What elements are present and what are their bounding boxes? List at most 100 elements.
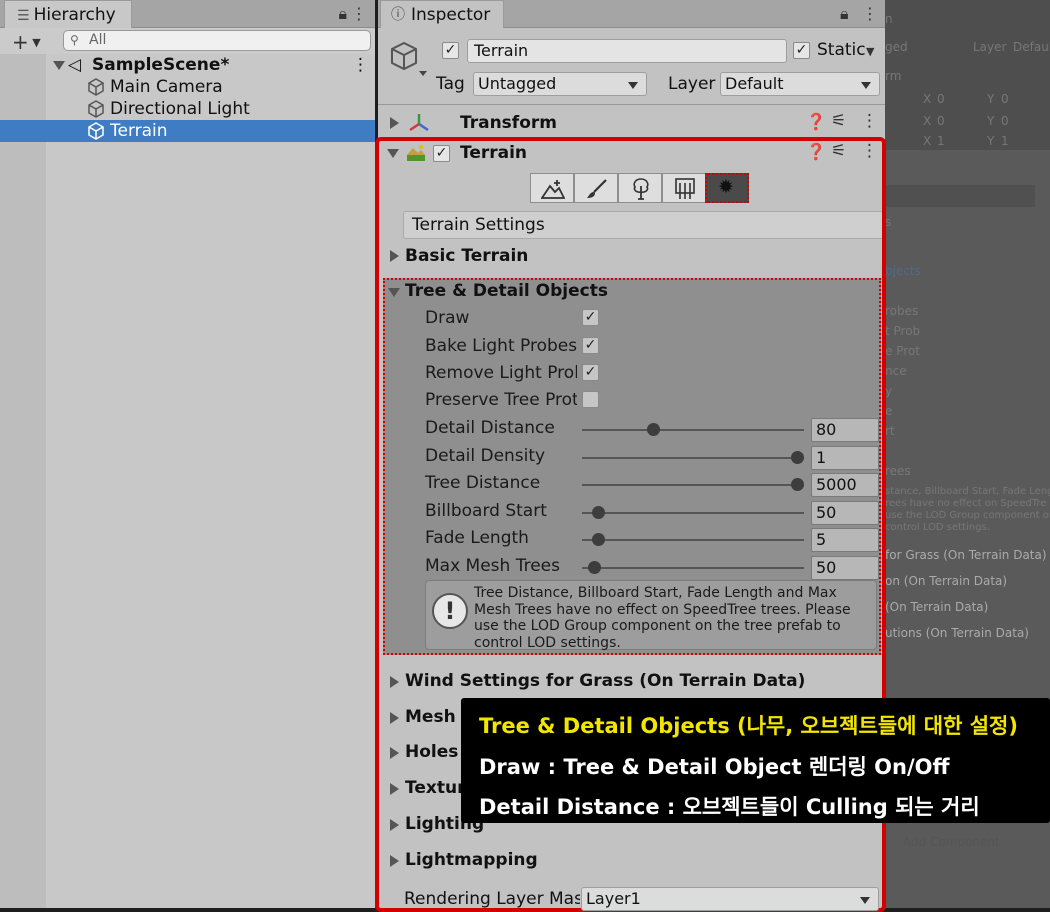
help-icon[interactable]: ❓ bbox=[806, 112, 826, 131]
unity-scene-icon: ◁ bbox=[68, 55, 82, 75]
max-mesh-trees-value-field[interactable]: 50 bbox=[811, 556, 879, 580]
caption-line-2: Draw : Tree & Detail Object 렌더링 On/Off bbox=[479, 755, 950, 779]
preserve-tree-prototype-label: Preserve Tree Proto bbox=[425, 390, 577, 410]
expand-down-icon[interactable] bbox=[53, 61, 65, 70]
menu-kebab-icon[interactable]: ⋮ bbox=[862, 4, 878, 23]
static-checkbox[interactable]: ✓ bbox=[793, 42, 810, 59]
tree-distance-slider-handle[interactable] bbox=[791, 478, 804, 491]
max-mesh-trees-slider-handle[interactable] bbox=[588, 561, 602, 574]
detail-distance-slider-track[interactable] bbox=[582, 429, 804, 431]
gameobject-large-cube-icon bbox=[388, 40, 428, 76]
hierarchy-item-main-camera[interactable]: Main Camera bbox=[0, 76, 375, 98]
hierarchy-item-directional-light[interactable]: Directional Light bbox=[0, 98, 375, 120]
menu-kebab-icon[interactable]: ⋮ bbox=[351, 4, 367, 23]
billboard-start-label: Billboard Start bbox=[425, 501, 547, 521]
bg-text: X bbox=[923, 134, 932, 148]
dropdown-arrow-icon bbox=[861, 82, 871, 89]
hierarchy-search-input[interactable]: ⚲ All bbox=[63, 30, 371, 51]
tree-distance-slider-row: Tree Distance 5000 bbox=[420, 473, 880, 497]
rendering-layer-value: Layer1 bbox=[586, 889, 641, 908]
billboard-start-slider-handle[interactable] bbox=[592, 506, 606, 519]
expand-right-icon[interactable] bbox=[390, 676, 399, 688]
active-checkbox[interactable]: ✓ bbox=[442, 42, 459, 59]
component-title: Transform bbox=[460, 113, 557, 133]
bg-text: rm bbox=[885, 69, 902, 83]
layer-value: Default bbox=[725, 74, 784, 93]
hierarchy-item-terrain[interactable]: Terrain bbox=[0, 120, 375, 142]
detail-distance-slider-handle[interactable] bbox=[646, 423, 660, 436]
tag-label: Tag bbox=[436, 74, 465, 94]
dropdown-arrow-icon bbox=[860, 897, 870, 904]
gameobject-cube-icon bbox=[87, 122, 105, 140]
max-mesh-trees-slider-track[interactable] bbox=[582, 567, 804, 569]
bg-text: (On Terrain Data) bbox=[885, 600, 989, 614]
tab-inspector[interactable]: ⓘ Inspector bbox=[380, 0, 504, 28]
section-tree-detail-objects[interactable]: Tree & Detail Objects bbox=[388, 280, 878, 304]
tab-hierarchy[interactable]: ☰ Hierarchy bbox=[4, 0, 132, 28]
inspector-tabbar: ⓘ Inspector 🔒︎ ⋮ bbox=[378, 0, 885, 28]
section-texture-resolutions[interactable]: Textur bbox=[388, 777, 468, 801]
expand-right-icon[interactable] bbox=[390, 747, 399, 759]
fade-length-value-field[interactable]: 5 bbox=[811, 528, 879, 552]
bg-text: t Prob bbox=[885, 324, 921, 338]
draw-checkbox[interactable]: ✓ bbox=[582, 309, 599, 326]
scene-menu-icon[interactable]: ⋮ bbox=[352, 54, 369, 76]
expand-right-icon[interactable] bbox=[390, 783, 399, 795]
static-label: Static bbox=[817, 40, 866, 60]
detail-density-slider-handle[interactable] bbox=[791, 451, 804, 464]
detail-distance-value-field[interactable]: 80 bbox=[811, 418, 879, 442]
section-title: Tree & Detail Objects bbox=[405, 281, 608, 301]
bg-text: on (On Terrain Data) bbox=[885, 574, 1008, 588]
expand-down-icon[interactable] bbox=[388, 288, 400, 297]
create-add-icon[interactable]: + ▼ bbox=[12, 30, 41, 54]
detail-density-slider-track[interactable] bbox=[582, 457, 804, 459]
lock-icon[interactable]: 🔒︎ bbox=[840, 4, 849, 24]
max-mesh-trees-slider-row: Max Mesh Trees 50 bbox=[420, 556, 880, 580]
section-title: Lightmapping bbox=[405, 850, 538, 870]
preserve-tree-prototype-checkbox[interactable] bbox=[582, 391, 599, 408]
search-icon: ⚲ bbox=[70, 33, 79, 47]
warning-exclamation-icon: ! bbox=[432, 593, 468, 629]
section-mesh-resolution[interactable]: Mesh R bbox=[388, 706, 475, 730]
bg-text: Y bbox=[987, 134, 995, 148]
rendering-layer-mask-dropdown[interactable]: Layer1 bbox=[581, 887, 879, 911]
section-wind-settings[interactable]: Wind Settings for Grass (On Terrain Data… bbox=[388, 670, 878, 694]
dropdown-arrow-icon bbox=[628, 82, 638, 89]
component-menu-icon[interactable]: ⋮ bbox=[861, 111, 878, 131]
fade-length-slider-track[interactable] bbox=[582, 539, 804, 541]
layer-dropdown[interactable]: Default bbox=[720, 72, 880, 96]
draw-label: Draw bbox=[425, 308, 470, 328]
bg-text: use the LOD Group component on bbox=[885, 510, 1050, 521]
bg-text: rees bbox=[885, 464, 911, 478]
section-holes-settings[interactable]: Holes S bbox=[388, 741, 477, 765]
tag-dropdown[interactable]: Untagged bbox=[473, 72, 647, 96]
bg-text: for Grass (On Terrain Data) bbox=[885, 548, 1047, 562]
lock-icon[interactable]: 🔒︎ bbox=[338, 4, 347, 24]
tree-distance-slider-track[interactable] bbox=[582, 484, 804, 486]
section-title: Wind Settings for Grass (On Terrain Data… bbox=[405, 671, 806, 691]
expand-right-icon[interactable] bbox=[390, 712, 399, 724]
detail-density-value-field[interactable]: 1 bbox=[811, 446, 879, 470]
bg-text: ged bbox=[885, 40, 908, 54]
expand-right-icon[interactable] bbox=[390, 819, 399, 831]
billboard-start-slider-track[interactable] bbox=[582, 512, 804, 514]
tree-distance-value-field[interactable]: 5000 bbox=[811, 473, 879, 497]
billboard-start-value-field[interactable]: 50 bbox=[811, 501, 879, 525]
bake-light-probes-checkbox[interactable]: ✓ bbox=[582, 337, 599, 354]
component-transform-header[interactable]: Transform ❓ ⚟ ⋮ bbox=[378, 110, 885, 136]
scene-row[interactable]: ◁ SampleScene* ⋮ bbox=[0, 54, 375, 76]
bg-text: 0 bbox=[1001, 92, 1009, 106]
bg-text: Defaul bbox=[1013, 40, 1050, 54]
fade-length-slider-handle[interactable] bbox=[592, 533, 606, 546]
chevron-down-icon[interactable]: ▼ bbox=[866, 45, 874, 58]
presets-sliders-icon[interactable]: ⚟ bbox=[831, 111, 846, 131]
expand-right-icon[interactable] bbox=[390, 855, 399, 867]
bg-text: robes bbox=[885, 304, 919, 318]
bg-text: Y bbox=[987, 92, 995, 106]
section-lightmapping[interactable]: Lightmapping bbox=[388, 849, 588, 873]
bg-text: rt bbox=[885, 424, 895, 438]
object-name-field[interactable]: Terrain bbox=[467, 39, 787, 63]
expand-right-icon[interactable] bbox=[390, 117, 399, 129]
bg-text: e Prot bbox=[885, 344, 920, 358]
remove-light-probes-checkbox[interactable]: ✓ bbox=[582, 364, 599, 381]
